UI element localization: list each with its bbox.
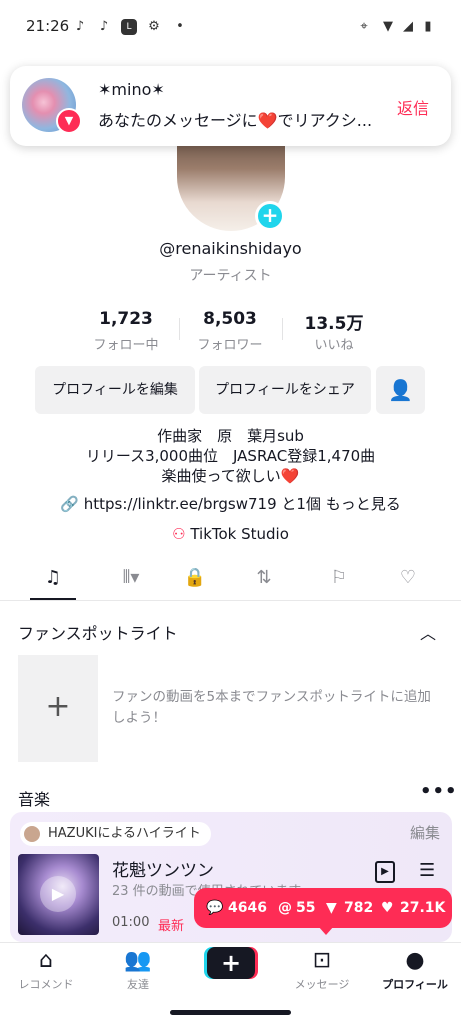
home-icon: ⌂ [39, 948, 53, 973]
signal-icon: ◢ [403, 19, 413, 34]
bio-link[interactable]: https://linktr.ee/brgsw719 [84, 495, 277, 513]
home-indicator[interactable] [170, 1010, 291, 1015]
stat-divider [282, 318, 283, 340]
add-friend-icon[interactable]: 👤 [376, 366, 425, 414]
battery-icon: ▮ [424, 19, 432, 34]
mentions-count: 55 [296, 900, 316, 916]
heart-icon: ♥ [381, 900, 394, 916]
nav-label: プロフィール [382, 978, 448, 991]
link-icon: 🔗 [60, 495, 79, 513]
following-label[interactable]: フォロー中 [76, 334, 176, 353]
song-new-badge: 最新 [158, 919, 185, 934]
fan-spotlight-title: ファンスポットライト [18, 624, 178, 643]
tab-playlists-icon[interactable]: ⦀▾ [108, 560, 154, 600]
create-button[interactable]: + [207, 947, 255, 979]
highlight-avatar [24, 826, 40, 842]
studio-icon: ⚇ [172, 525, 186, 543]
location-icon: ⌖ [360, 19, 368, 34]
wifi-icon: ▼ [383, 19, 393, 34]
message-notification[interactable]: ▼ ✶mino✶ あなたのメッセージに❤️でリアクシ... 返信 [10, 66, 451, 146]
bio-link-row[interactable]: 🔗 https://linktr.ee/brgsw719 と1個 もっと見る [0, 493, 461, 514]
playlist-icon[interactable]: ☰ [419, 860, 435, 881]
nav-label: メッセージ [294, 978, 350, 991]
tab-music-icon[interactable]: ♫ [30, 560, 76, 600]
profile-icon: ● [405, 948, 425, 973]
profile-handle: @renaikinshidayo [159, 239, 302, 258]
song-title[interactable]: 花魁ツンツン [112, 856, 214, 881]
music-section-title: 音楽 [18, 790, 51, 809]
nav-profile[interactable]: ● プロフィール [369, 948, 461, 992]
tab-favorites-icon[interactable]: ⚐ [316, 560, 362, 600]
nav-friends[interactable]: 👥 友達 [92, 948, 184, 992]
edit-highlight-button[interactable]: 編集 [410, 822, 440, 843]
send-icon: ▼ [56, 108, 82, 134]
bio-line: 楽曲使って欲しい❤️ [161, 467, 300, 485]
comments-count: 4646 [228, 900, 267, 916]
notification-sender: ✶mino✶ [98, 80, 165, 99]
tab-private-lock-icon[interactable]: 🔒 [172, 560, 218, 600]
tiktok-studio-link[interactable]: ⚇ TikTok Studio [0, 525, 461, 543]
tab-liked-icon[interactable]: ♡ [385, 560, 431, 600]
tiktok-notif-icon: ♪ [99, 19, 109, 34]
play-icon[interactable]: ▶ [40, 876, 76, 912]
following-count[interactable]: 1,723 [76, 309, 176, 329]
edit-profile-button[interactable]: プロフィールを編集 [35, 366, 195, 414]
share-icon: ▼ [326, 900, 337, 916]
activity-bubble[interactable]: 💬 4646 @ 55 ▼ 782 ♥ 27.1K [194, 888, 452, 928]
video-play-icon[interactable]: ▶ [375, 861, 395, 883]
nav-label: 友達 [127, 978, 149, 991]
tab-reposts-icon[interactable]: ⇅ [241, 560, 287, 600]
status-bar: 21:26 ♪ ♪ L ⚙ • ⌖ ▼ ◢ ▮ [0, 0, 461, 54]
bio-line: 作曲家 原 葉月sub [157, 427, 304, 445]
bubble-tail [318, 926, 334, 935]
likes-activity-count: 27.1K [400, 900, 446, 916]
mention-icon: @ [278, 900, 292, 916]
notification-message: あなたのメッセージに❤️でリアクシ... [98, 111, 373, 130]
chevron-up-icon[interactable]: ︿ [420, 620, 436, 644]
more-options-icon[interactable]: ••• [420, 781, 458, 802]
fan-spotlight-text: ファンの動画を5本までファンスポットライトに追加しよう！ [112, 689, 431, 726]
tiktok-notif-icon: ♪ [75, 19, 85, 34]
add-spotlight-button[interactable]: + [18, 655, 98, 762]
followers-count[interactable]: 8,503 [180, 309, 280, 329]
comment-icon: 💬 [206, 900, 224, 916]
nav-inbox[interactable]: ⊡ メッセージ [276, 948, 368, 992]
nav-home[interactable]: ⌂ レコメンド [0, 948, 92, 992]
more-notif-dot-icon: • [176, 19, 184, 34]
likes-label: いいね [314, 338, 354, 353]
add-story-plus-icon[interactable]: + [255, 201, 285, 231]
share-profile-button[interactable]: プロフィールをシェア [199, 366, 371, 414]
shares-count: 782 [344, 900, 374, 916]
nav-label: レコメンド [18, 978, 74, 991]
status-time: 21:26 [26, 17, 70, 35]
friends-icon: 👥 [124, 948, 152, 973]
song-duration: 01:00 [112, 915, 150, 930]
bio-line: リリース3,000曲位 JASRAC登録1,470曲 [85, 447, 376, 465]
highlight-pill: HAZUKIによるハイライト [20, 822, 211, 846]
reply-button[interactable]: 返信 [397, 95, 429, 119]
followers-label[interactable]: フォロワー [180, 334, 280, 353]
line-notif-icon: L [121, 19, 137, 35]
likes-count: 13.5万 [304, 314, 364, 334]
inbox-icon: ⊡ [312, 948, 332, 973]
more-links[interactable]: と1個 もっと見る [281, 495, 400, 513]
settings-notif-icon: ⚙ [148, 19, 160, 34]
divider [0, 600, 461, 601]
profile-category: アーティスト [189, 268, 272, 284]
tiktok-studio-label: TikTok Studio [190, 525, 289, 543]
